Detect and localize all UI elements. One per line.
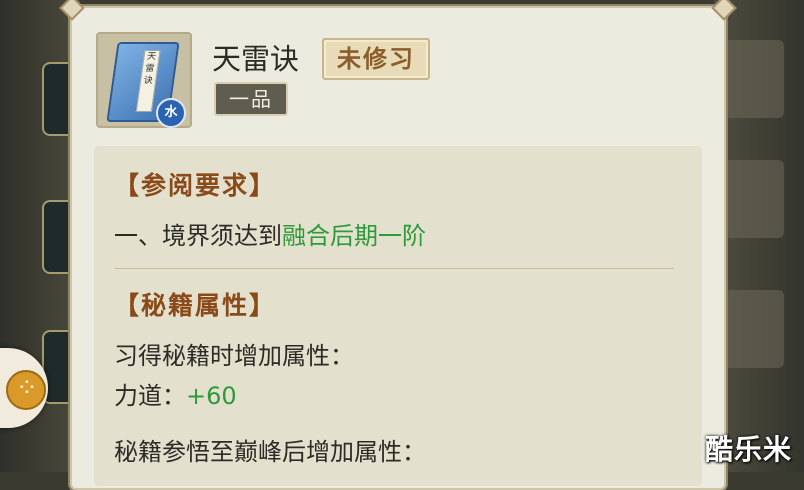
stat-value: +60 — [186, 382, 237, 410]
attributes-title: 【秘籍属性】 — [114, 291, 277, 320]
item-icon-frame: 天 雷 诀 水 — [96, 32, 192, 128]
background-slot — [724, 290, 784, 368]
background-right — [714, 0, 804, 472]
grade-tag: 一品 — [214, 82, 288, 116]
status-tag: 未修习 — [322, 38, 430, 80]
background-slot — [724, 160, 784, 238]
requirements-title: 【参阅要求】 — [114, 171, 277, 200]
item-detail-panel: 天 雷 诀 水 天雷诀 未修习 一品 【参阅要求】 一、境界须达到融合后期一阶 … — [59, 0, 737, 490]
peak-bonus-label: 秘籍参悟至巅峰后增加属性： — [114, 438, 426, 466]
learn-bonus-label: 习得秘籍时增加属性： — [114, 342, 354, 370]
requirement-line: 一、境界须达到融合后期一阶 — [114, 222, 426, 250]
book-title-strip: 天 雷 诀 — [135, 50, 161, 112]
menu-icon — [6, 370, 46, 410]
background-slot — [724, 40, 784, 118]
element-badge: 水 — [156, 98, 186, 128]
stat-line: 力道：+60 — [114, 382, 237, 410]
realm-requirement: 融合后期一阶 — [282, 222, 426, 250]
detail-content: 【参阅要求】 一、境界须达到融合后期一阶 【秘籍属性】 习得秘籍时增加属性： 力… — [94, 146, 702, 486]
item-name: 天雷诀 — [212, 42, 300, 76]
watermark: 酷乐米 — [704, 433, 792, 466]
section-divider — [114, 268, 674, 269]
